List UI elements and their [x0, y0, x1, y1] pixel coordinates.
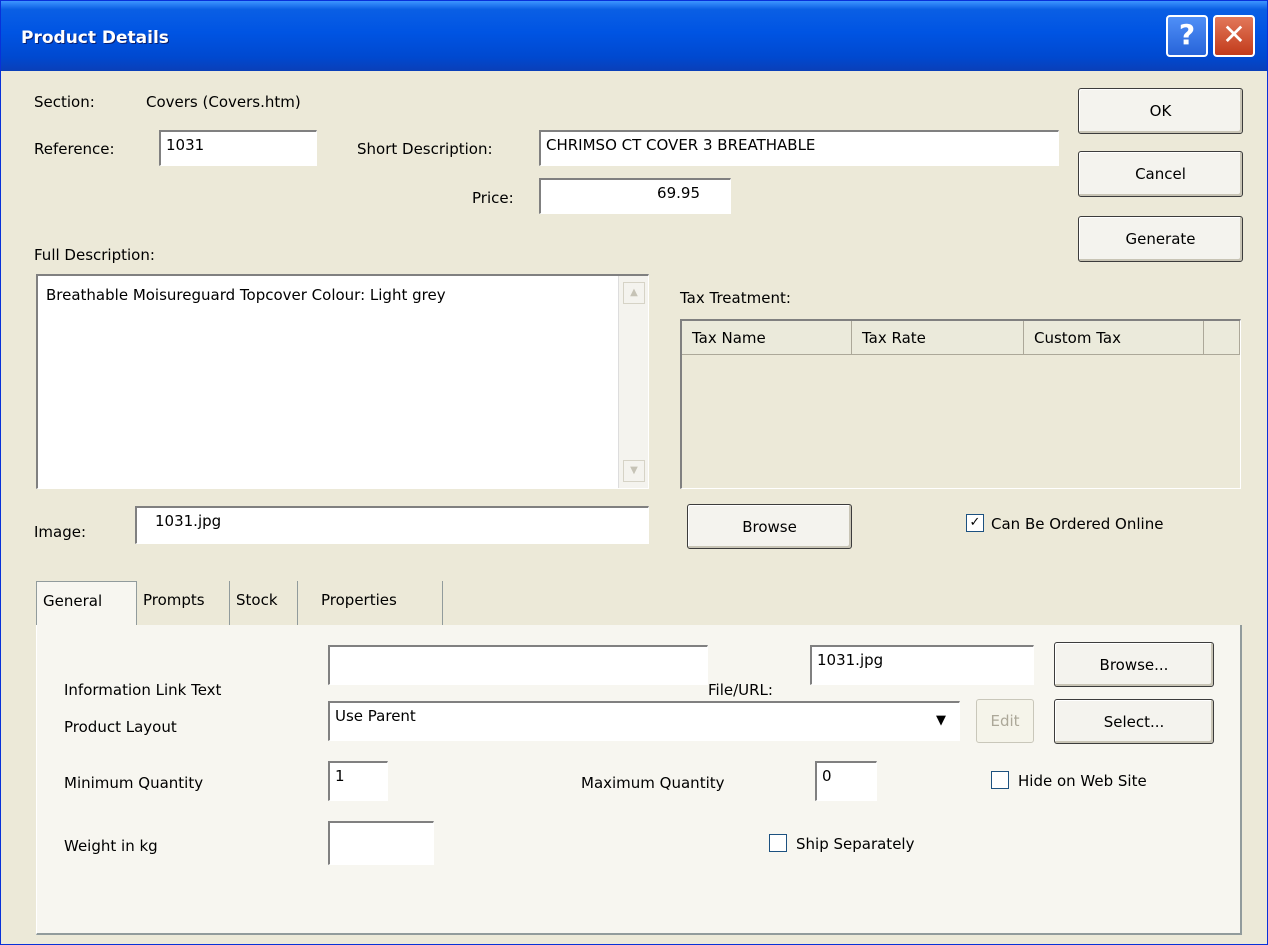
info-link-label: Information Link Text [64, 681, 222, 699]
info-link-input[interactable] [328, 645, 708, 685]
image-input[interactable]: 1031.jpg [135, 506, 649, 544]
hide-on-web-label: Hide on Web Site [1018, 772, 1147, 790]
full-description-text: Breathable Moisureguard Topcover Colour:… [46, 286, 446, 304]
section-label: Section: [34, 93, 95, 111]
ship-separately-checkbox[interactable] [769, 834, 787, 852]
window-title: Product Details [21, 28, 169, 48]
edit-layout-button[interactable]: Edit [976, 699, 1034, 743]
price-input[interactable]: 69.95 [539, 178, 731, 214]
file-url-label: File/URL: [708, 681, 773, 699]
generate-button-label: Generate [1125, 230, 1196, 248]
minimum-quantity-input[interactable]: 1 [328, 761, 388, 801]
section-value: Covers (Covers.htm) [146, 93, 301, 111]
tab-prompts[interactable]: Prompts [137, 581, 230, 626]
file-browse-button[interactable]: Browse... [1054, 642, 1214, 687]
tax-treatment-label: Tax Treatment: [680, 289, 791, 307]
close-icon[interactable]: ✕ [1213, 15, 1255, 57]
file-url-input[interactable]: 1031.jpg [810, 645, 1034, 685]
tax-rate-header[interactable]: Tax Rate [852, 321, 1024, 355]
full-description-textarea[interactable]: Breathable Moisureguard Topcover Colour:… [36, 274, 649, 489]
ordered-online-checkbox[interactable]: ✓ [966, 514, 984, 532]
ordered-online-label: Can Be Ordered Online [991, 515, 1164, 533]
short-description-label: Short Description: [357, 140, 493, 158]
edit-layout-label: Edit [990, 712, 1020, 730]
full-description-label: Full Description: [34, 246, 155, 264]
cancel-button[interactable]: Cancel [1078, 151, 1243, 197]
tax-filler-header [1204, 321, 1240, 355]
ok-button[interactable]: OK [1078, 88, 1243, 134]
short-description-input[interactable]: CHRIMSO CT COVER 3 BREATHABLE [539, 130, 1059, 166]
scroll-up-icon[interactable]: ▲ [623, 282, 645, 304]
ok-button-label: OK [1149, 102, 1172, 120]
hide-on-web-checkbox[interactable] [991, 771, 1009, 789]
dropdown-arrow-icon[interactable]: ▼ [926, 705, 956, 737]
custom-tax-header[interactable]: Custom Tax [1024, 321, 1204, 355]
tab-properties[interactable]: Properties [315, 581, 443, 626]
vertical-scrollbar[interactable]: ▲ ▼ [618, 276, 648, 488]
generate-button[interactable]: Generate [1078, 216, 1243, 262]
product-layout-select[interactable]: Use Parent [328, 701, 960, 741]
reference-input[interactable]: 1031 [159, 130, 317, 166]
weight-label: Weight in kg [64, 837, 158, 855]
tab-general[interactable]: General [36, 581, 137, 626]
image-label: Image: [34, 523, 87, 541]
image-browse-button[interactable]: Browse [687, 504, 852, 549]
tax-name-header[interactable]: Tax Name [682, 321, 852, 355]
title-bar[interactable]: Product Details ? ✕ [1, 1, 1267, 71]
tax-treatment-list[interactable]: Tax Name Tax Rate Custom Tax [680, 319, 1241, 489]
help-icon[interactable]: ? [1166, 15, 1208, 57]
minimum-quantity-label: Minimum Quantity [64, 774, 204, 792]
scroll-down-icon[interactable]: ▼ [623, 460, 645, 482]
product-layout-label: Product Layout [64, 718, 177, 736]
weight-input[interactable] [328, 821, 434, 865]
price-label: Price: [472, 189, 514, 207]
image-browse-label: Browse [742, 517, 797, 536]
reference-label: Reference: [34, 140, 115, 158]
maximum-quantity-input[interactable]: 0 [815, 761, 877, 801]
product-details-dialog: Product Details ? ✕ Section: Covers (Cov… [0, 0, 1268, 945]
select-layout-label: Select... [1103, 712, 1165, 731]
file-browse-label: Browse... [1099, 655, 1169, 674]
maximum-quantity-label: Maximum Quantity [581, 774, 725, 792]
select-layout-button[interactable]: Select... [1054, 699, 1214, 744]
tab-stock[interactable]: Stock [230, 581, 298, 626]
cancel-button-label: Cancel [1135, 165, 1186, 183]
ship-separately-label: Ship Separately [796, 835, 915, 853]
